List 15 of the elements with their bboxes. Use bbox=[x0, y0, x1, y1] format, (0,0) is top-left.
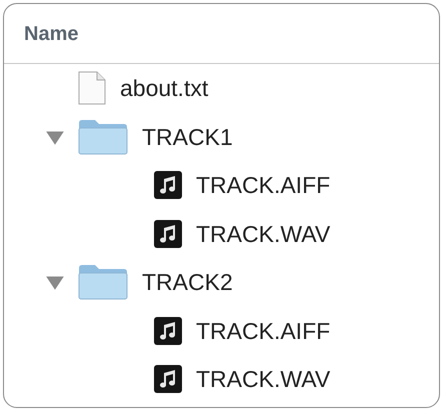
folder-icon bbox=[78, 118, 128, 155]
file-name[interactable]: TRACK.WAV bbox=[196, 362, 330, 396]
file-name[interactable]: TRACK.AIFF bbox=[196, 314, 330, 348]
file-name[interactable]: TRACK1 bbox=[142, 120, 233, 154]
folder-icon bbox=[78, 264, 128, 300]
file-name[interactable]: TRACK.AIFF bbox=[196, 168, 330, 202]
column-header[interactable]: Name bbox=[24, 18, 78, 48]
music-note-icon bbox=[154, 220, 182, 248]
file-name[interactable]: TRACK2 bbox=[142, 265, 233, 300]
file-name[interactable]: TRACK.WAV bbox=[196, 216, 330, 251]
music-note-icon bbox=[154, 171, 182, 200]
music-note-icon bbox=[154, 365, 182, 394]
document-icon bbox=[78, 71, 106, 106]
file-name[interactable]: about.txt bbox=[120, 71, 208, 106]
music-note-icon bbox=[154, 316, 182, 345]
